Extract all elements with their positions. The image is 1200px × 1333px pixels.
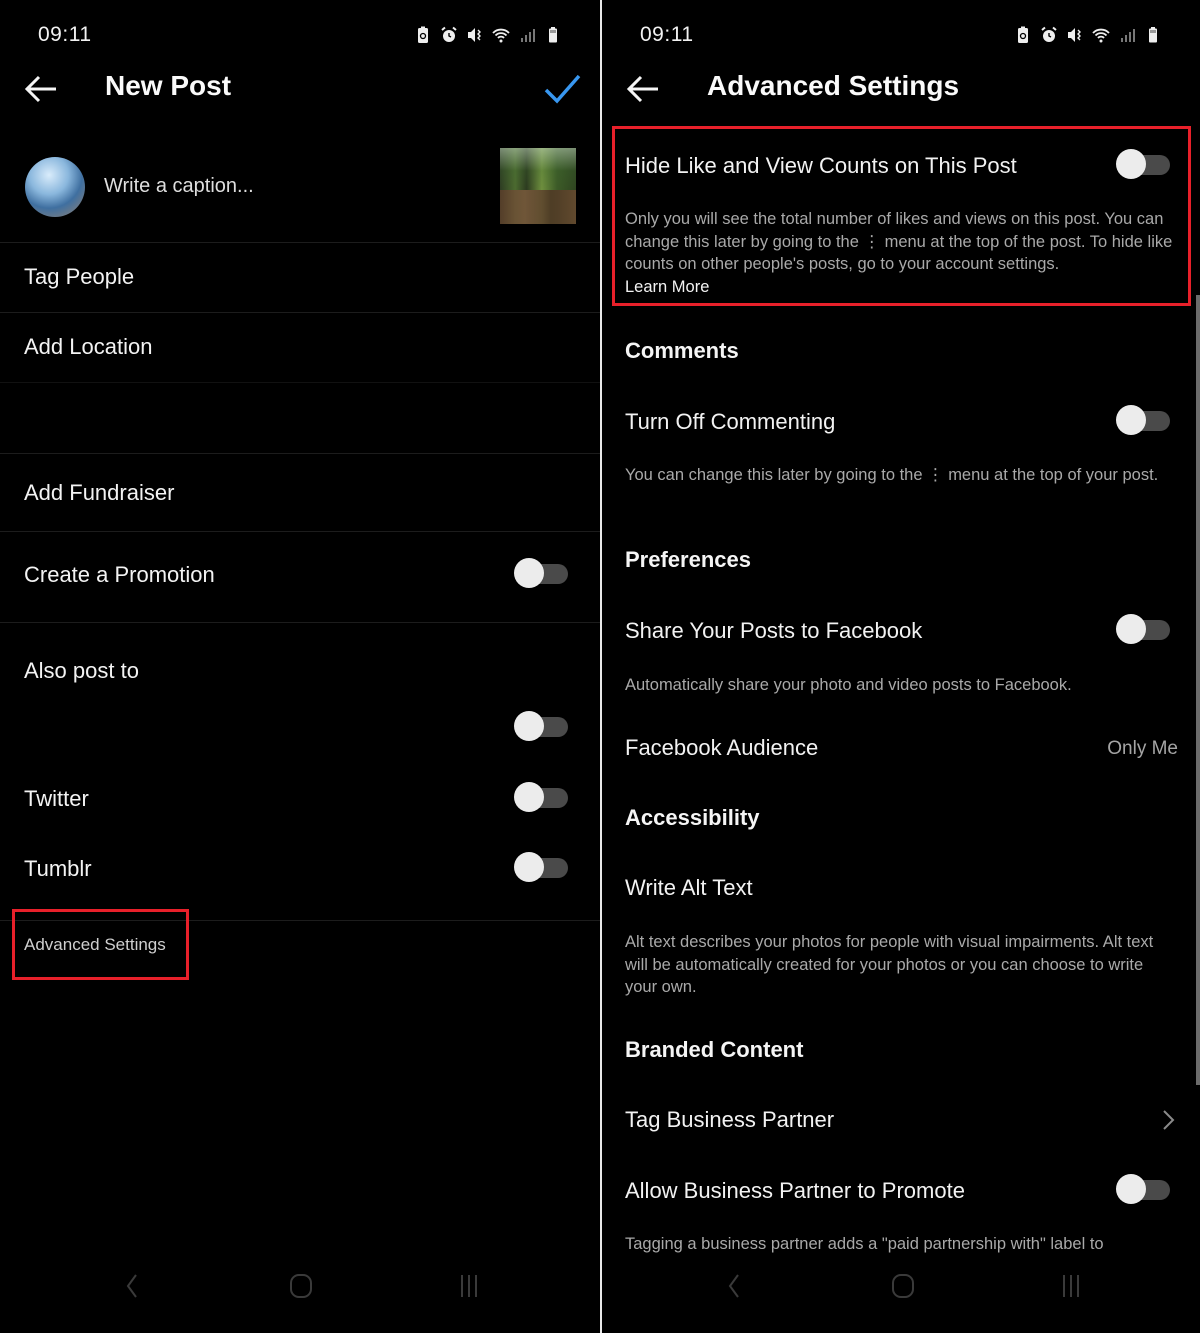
status-bar: 09:11 — [38, 20, 562, 50]
turn-off-commenting-label: Turn Off Commenting — [625, 409, 836, 434]
nav-recents-icon[interactable] — [1056, 1271, 1086, 1301]
create-promotion-toggle[interactable] — [514, 558, 570, 588]
page-title: New Post — [105, 70, 232, 101]
checkmark-icon — [544, 74, 581, 104]
tumblr-toggle[interactable] — [514, 852, 570, 882]
turn-off-commenting-toggle[interactable] — [1116, 405, 1172, 435]
status-bar: 09:11 — [640, 20, 1162, 50]
hide-counts-description-text: Only you will see the total number of li… — [625, 210, 1173, 273]
wifi-icon — [492, 26, 510, 44]
battery-saver-icon — [414, 26, 432, 44]
share-facebook-description: Automatically share your photo and video… — [625, 676, 1072, 694]
comments-description: You can change this later by going to th… — [625, 466, 1159, 484]
facebook-audience-label: Facebook Audience — [625, 735, 819, 760]
also-post-to-label: Also post to — [24, 658, 139, 683]
add-fundraiser-row[interactable]: Add Fundraiser — [0, 454, 600, 531]
facebook-audience-value: Only Me — [1107, 738, 1178, 759]
signal-icon — [518, 26, 536, 44]
battery-icon — [1144, 26, 1162, 44]
twitter-label: Twitter — [24, 786, 89, 811]
status-time: 09:11 — [640, 23, 694, 46]
tag-people-label: Tag People — [24, 264, 135, 289]
learn-more-link[interactable]: Learn More — [625, 276, 1178, 299]
also-post-to-section: Also post to Twitter Tumblr — [0, 623, 600, 923]
twitter-toggle[interactable] — [514, 782, 570, 812]
system-nav-bar — [0, 1253, 600, 1333]
arrow-left-icon — [626, 75, 658, 103]
avatar — [25, 157, 85, 217]
nav-recents-icon[interactable] — [454, 1271, 484, 1301]
nav-back-icon[interactable] — [118, 1271, 148, 1301]
mute-icon — [1066, 26, 1084, 44]
arrow-left-icon — [24, 75, 56, 103]
advanced-settings-link[interactable]: Advanced Settings — [24, 935, 166, 955]
top-bar: Advanced Settings — [602, 60, 1200, 118]
top-bar: New Post — [0, 60, 600, 118]
system-nav-bar — [602, 1253, 1200, 1333]
back-button[interactable] — [22, 72, 60, 106]
back-button[interactable] — [624, 72, 662, 106]
page-title: Advanced Settings — [707, 70, 960, 101]
preferences-heading: Preferences — [625, 547, 751, 572]
caption-row: Write a caption... — [0, 140, 600, 240]
advanced-settings-screen: 09:11 Advanced Settings Hide Like and Vi… — [602, 0, 1200, 1333]
accessibility-heading: Accessibility — [625, 805, 760, 830]
divider — [0, 920, 600, 921]
allow-partner-promote-label: Allow Business Partner to Promote — [625, 1178, 965, 1203]
add-location-row[interactable]: Add Location — [0, 313, 600, 382]
caption-input[interactable]: Write a caption... — [104, 175, 254, 198]
nav-back-icon[interactable] — [720, 1271, 750, 1301]
wifi-icon — [1092, 26, 1110, 44]
hide-counts-label: Hide Like and View Counts on This Post — [625, 153, 1017, 178]
tag-people-row[interactable]: Tag People — [0, 243, 600, 312]
nav-home-icon[interactable] — [286, 1271, 316, 1301]
confirm-button[interactable] — [542, 70, 582, 108]
status-icons — [414, 26, 562, 44]
divider — [0, 382, 600, 383]
add-fundraiser-label: Add Fundraiser — [24, 480, 175, 505]
add-location-label: Add Location — [24, 334, 153, 359]
hide-counts-toggle[interactable] — [1116, 149, 1172, 179]
unnamed-share-toggle[interactable] — [514, 711, 570, 741]
facebook-audience-row[interactable]: Facebook Audience Only Me — [602, 725, 1200, 775]
signal-icon — [1118, 26, 1136, 44]
battery-icon — [544, 26, 562, 44]
status-time: 09:11 — [38, 23, 92, 46]
alt-text-description: Alt text describes your photos for peopl… — [625, 933, 1154, 996]
alarm-icon — [1040, 26, 1058, 44]
battery-saver-icon — [1014, 26, 1032, 44]
create-promotion-label: Create a Promotion — [24, 562, 215, 587]
mute-icon — [466, 26, 484, 44]
chevron-right-icon — [1160, 1108, 1176, 1132]
allow-partner-promote-toggle[interactable] — [1116, 1174, 1172, 1204]
tag-business-partner-row[interactable]: Tag Business Partner — [602, 1095, 1200, 1145]
status-icons — [1014, 26, 1162, 44]
nav-home-icon[interactable] — [888, 1271, 918, 1301]
hide-counts-description: Only you will see the total number of li… — [625, 208, 1178, 298]
create-promotion-row: Create a Promotion — [0, 532, 600, 622]
branded-content-heading: Branded Content — [625, 1037, 804, 1062]
write-alt-text-link[interactable]: Write Alt Text — [625, 875, 753, 901]
scrollbar[interactable] — [1196, 295, 1200, 1085]
post-thumbnail — [500, 148, 576, 224]
comments-heading: Comments — [625, 338, 739, 363]
alarm-icon — [440, 26, 458, 44]
share-facebook-toggle[interactable] — [1116, 614, 1172, 644]
share-facebook-label: Share Your Posts to Facebook — [625, 618, 923, 643]
tumblr-label: Tumblr — [24, 856, 92, 881]
tag-business-partner-label: Tag Business Partner — [625, 1107, 835, 1132]
new-post-screen: 09:11 New Post Write a caption... Tag Pe… — [0, 0, 600, 1333]
